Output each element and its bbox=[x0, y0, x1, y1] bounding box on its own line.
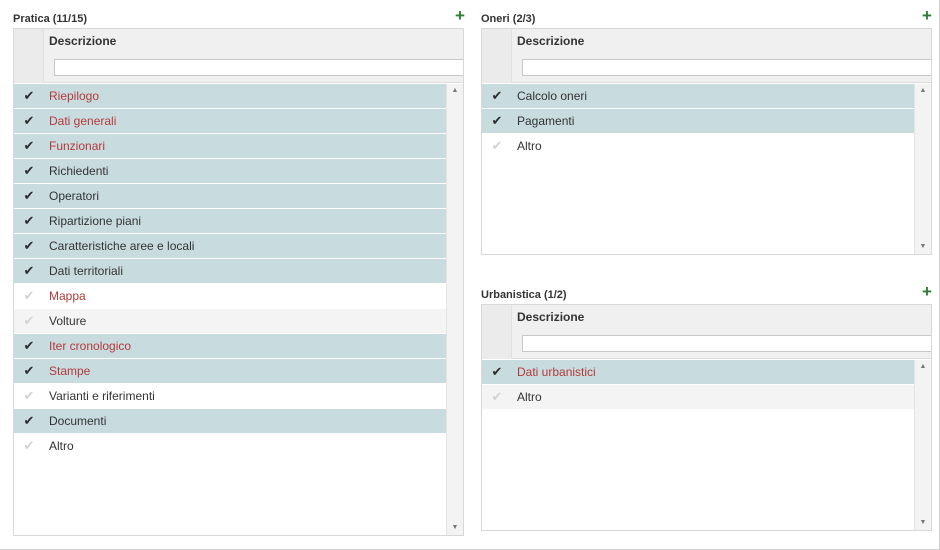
oneri-grid: Descrizione ✔ Calcolo oneri ✔ Pagamenti ✔ Alt… bbox=[481, 28, 932, 255]
check-column-header bbox=[482, 305, 512, 359]
check-icon[interactable]: ✔ bbox=[14, 209, 44, 233]
list-item-label: Iter cronologico bbox=[49, 339, 132, 353]
urbanistica-grid-header: Descrizione bbox=[482, 305, 931, 359]
list-item[interactable]: ✔ Dati generali bbox=[14, 109, 447, 134]
list-item-label: Pagamenti bbox=[517, 114, 575, 128]
list-item[interactable]: ✔ Varianti e riferimenti bbox=[14, 384, 447, 409]
list-item-label: Volture bbox=[49, 314, 87, 328]
column-header-descrizione[interactable]: Descrizione bbox=[517, 310, 584, 324]
list-item[interactable]: ✔ Documenti bbox=[14, 409, 447, 434]
check-icon[interactable]: ✔ bbox=[482, 134, 512, 158]
pratica-grid-header: Descrizione bbox=[14, 29, 463, 83]
check-column-header bbox=[14, 29, 44, 83]
list-item-label: Riepilogo bbox=[49, 89, 100, 103]
oneri-title: Oneri (2/3) bbox=[481, 13, 536, 25]
check-icon[interactable]: ✔ bbox=[14, 384, 44, 408]
pratica-title: Pratica (11/15) bbox=[13, 13, 87, 25]
list-item[interactable]: ✔ Altro bbox=[482, 134, 915, 159]
check-icon[interactable]: ✔ bbox=[14, 309, 44, 333]
list-item[interactable]: ✔ Calcolo oneri bbox=[482, 84, 915, 109]
check-icon[interactable]: ✔ bbox=[482, 360, 512, 384]
urbanistica-title: Urbanistica (1/2) bbox=[481, 289, 567, 301]
check-icon[interactable]: ✔ bbox=[482, 84, 512, 108]
list-item-label: Dati urbanistici bbox=[517, 365, 596, 379]
list-item[interactable]: ✔ Richiedenti bbox=[14, 159, 447, 184]
list-item[interactable]: ✔ Funzionari bbox=[14, 134, 447, 159]
check-icon[interactable]: ✔ bbox=[14, 234, 44, 258]
list-item[interactable]: ✔ Dati urbanistici bbox=[482, 360, 915, 385]
scroll-up-icon[interactable]: ▲ bbox=[915, 360, 931, 374]
urbanistica-panel: Urbanistica (1/2) + Descrizione ✔ Dati ur… bbox=[481, 282, 934, 531]
list-item[interactable]: ✔ Mappa bbox=[14, 284, 447, 309]
urbanistica-add-button[interactable]: + bbox=[920, 282, 934, 301]
check-icon[interactable]: ✔ bbox=[14, 184, 44, 208]
scroll-down-icon[interactable]: ▼ bbox=[915, 516, 931, 530]
check-icon[interactable]: ✔ bbox=[482, 109, 512, 133]
check-icon[interactable]: ✔ bbox=[14, 84, 44, 108]
check-icon[interactable]: ✔ bbox=[14, 359, 44, 383]
oneri-filter-input[interactable] bbox=[522, 59, 931, 76]
check-icon[interactable]: ✔ bbox=[14, 434, 44, 458]
list-item[interactable]: ✔ Dati territoriali bbox=[14, 259, 447, 284]
list-item-label: Mappa bbox=[49, 289, 86, 303]
plus-icon: + bbox=[455, 6, 465, 25]
column-header-descrizione[interactable]: Descrizione bbox=[517, 34, 584, 48]
list-item[interactable]: ✔ Altro bbox=[14, 434, 447, 459]
list-item-label: Caratteristiche aree e locali bbox=[49, 239, 195, 253]
check-icon[interactable]: ✔ bbox=[14, 159, 44, 183]
list-item-label: Stampe bbox=[49, 364, 91, 378]
list-item-label: Ripartizione piani bbox=[49, 214, 142, 228]
pratica-grid: Descrizione ✔ Riepilogo ✔ Dati generali ✔ Fun… bbox=[13, 28, 464, 536]
list-item[interactable]: ✔ Pagamenti bbox=[482, 109, 915, 134]
scroll-down-icon[interactable]: ▼ bbox=[915, 240, 931, 254]
urbanistica-scrollbar[interactable]: ▲ ▼ bbox=[914, 360, 931, 530]
column-header-descrizione[interactable]: Descrizione bbox=[49, 34, 116, 48]
list-item[interactable]: ✔ Riepilogo bbox=[14, 84, 447, 109]
oneri-rows: ✔ Calcolo oneri ✔ Pagamenti ✔ Altro bbox=[482, 84, 915, 159]
oneri-grid-header: Descrizione bbox=[482, 29, 931, 83]
list-item[interactable]: ✔ Altro bbox=[482, 385, 915, 410]
pratica-filter-input[interactable] bbox=[54, 59, 463, 76]
oneri-add-button[interactable]: + bbox=[920, 6, 934, 25]
list-item[interactable]: ✔ Ripartizione piani bbox=[14, 209, 447, 234]
check-icon[interactable]: ✔ bbox=[14, 409, 44, 433]
check-icon[interactable]: ✔ bbox=[14, 134, 44, 158]
pratica-scrollbar[interactable]: ▲ ▼ bbox=[446, 84, 463, 535]
check-icon[interactable]: ✔ bbox=[482, 385, 512, 409]
urbanistica-rows: ✔ Dati urbanistici ✔ Altro bbox=[482, 360, 915, 410]
plus-icon: + bbox=[922, 6, 932, 25]
scroll-down-icon[interactable]: ▼ bbox=[447, 521, 463, 535]
oneri-scrollbar[interactable]: ▲ ▼ bbox=[914, 84, 931, 254]
list-item-label: Altro bbox=[517, 139, 542, 153]
list-item-label: Calcolo oneri bbox=[517, 89, 588, 103]
list-item-label: Documenti bbox=[49, 414, 107, 428]
list-item-label: Altro bbox=[49, 439, 74, 453]
list-item-label: Varianti e riferimenti bbox=[49, 389, 155, 403]
pratica-add-button[interactable]: + bbox=[453, 6, 467, 25]
pratica-rows: ✔ Riepilogo ✔ Dati generali ✔ Funzionari ✔ Rich… bbox=[14, 84, 447, 459]
list-item-label: Operatori bbox=[49, 189, 100, 203]
list-item-label: Dati generali bbox=[49, 114, 117, 128]
list-item-label: Altro bbox=[517, 390, 542, 404]
urbanistica-grid: Descrizione ✔ Dati urbanistici ✔ Altro ▲ ▼ bbox=[481, 304, 932, 531]
list-item-label: Dati territoriali bbox=[49, 264, 124, 278]
list-item-label: Funzionari bbox=[49, 139, 106, 153]
list-item[interactable]: ✔ Operatori bbox=[14, 184, 447, 209]
oneri-panel: Oneri (2/3) + Descrizione ✔ Calcolo oneri… bbox=[481, 6, 934, 255]
check-icon[interactable]: ✔ bbox=[14, 109, 44, 133]
list-item[interactable]: ✔ Stampe bbox=[14, 359, 447, 384]
scroll-up-icon[interactable]: ▲ bbox=[915, 84, 931, 98]
check-icon[interactable]: ✔ bbox=[14, 259, 44, 283]
check-icon[interactable]: ✔ bbox=[14, 334, 44, 358]
list-item[interactable]: ✔ Caratteristiche aree e locali bbox=[14, 234, 447, 259]
check-icon[interactable]: ✔ bbox=[14, 284, 44, 308]
list-item[interactable]: ✔ Iter cronologico bbox=[14, 334, 447, 359]
check-column-header bbox=[482, 29, 512, 83]
urbanistica-filter-input[interactable] bbox=[522, 335, 931, 352]
pratica-panel: Pratica (11/15) + Descrizione ✔ Riepilogo… bbox=[13, 6, 467, 536]
scroll-up-icon[interactable]: ▲ bbox=[447, 84, 463, 98]
list-item[interactable]: ✔ Volture bbox=[14, 309, 447, 334]
list-item-label: Richiedenti bbox=[49, 164, 109, 178]
plus-icon: + bbox=[922, 282, 932, 301]
